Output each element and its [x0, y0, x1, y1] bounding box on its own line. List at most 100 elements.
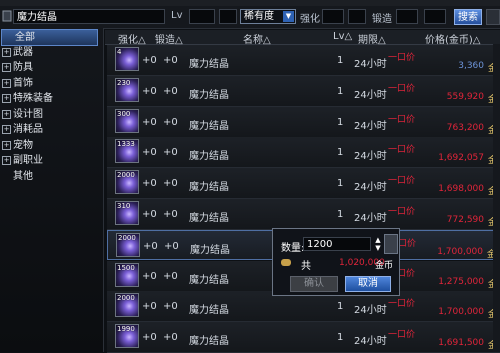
search-input[interactable]: 魔力结晶	[13, 9, 165, 24]
stack-count: 310	[117, 202, 131, 210]
stack-count: 1990	[117, 325, 135, 334]
enhance-value: +0	[142, 209, 157, 220]
search-filter-icon	[2, 10, 12, 22]
category-item[interactable]: + 宠物	[0, 138, 101, 153]
expand-icon[interactable]: +	[2, 47, 11, 57]
category-label: 特殊装备	[13, 93, 53, 104]
enhance-value: +0	[142, 85, 157, 97]
magic-crystal-icon[interactable]: 2000	[116, 232, 140, 257]
table-row[interactable]: 230+0+0魔力结晶124小时一口价559,920金	[107, 75, 500, 107]
item-duration: 24小时	[354, 89, 387, 101]
item-level: 1	[337, 332, 344, 344]
magic-crystal-icon[interactable]: 2000	[115, 170, 139, 195]
search-bar: 魔力结晶 Lv 稀有度 ▼ 强化 锻造 搜索	[0, 6, 500, 29]
item-price: 559,920	[446, 91, 484, 102]
col-forge[interactable]: 锻造△	[155, 31, 183, 46]
enhance-label: 强化	[300, 14, 320, 25]
category-item[interactable]: + 消耗品	[0, 122, 101, 137]
quantity-stepper[interactable]: ▲ ▼	[373, 236, 383, 252]
stack-count: 2000	[118, 233, 136, 242]
forge-min-input[interactable]	[396, 9, 418, 24]
increment-icon[interactable]: ▲	[373, 236, 383, 244]
stack-count: 2000	[117, 171, 135, 180]
quantity-input[interactable]: 1200	[303, 237, 371, 251]
decrement-icon[interactable]: ▼	[373, 244, 383, 252]
max-quantity-button[interactable]	[384, 234, 398, 254]
forge-value: +0	[163, 116, 178, 128]
confirm-button[interactable]: 确认	[290, 276, 338, 292]
item-name: 魔力结晶	[189, 151, 229, 163]
category-item[interactable]: + 设计图	[0, 107, 101, 122]
col-price[interactable]: 价格(金币)△	[425, 31, 481, 46]
lv-max-input[interactable]	[219, 9, 237, 24]
col-enhance[interactable]: 强化△	[118, 31, 146, 46]
col-name[interactable]: 名称△	[243, 31, 271, 46]
forge-value: +0	[163, 209, 178, 220]
forge-value: +0	[163, 85, 178, 97]
search-button[interactable]: 搜索	[454, 9, 482, 25]
cancel-button[interactable]: 取消	[345, 276, 391, 292]
category-label: 消耗品	[13, 124, 43, 135]
category-label: 防具	[13, 62, 33, 73]
expand-icon[interactable]: +	[2, 63, 11, 72]
category-item[interactable]: + 首饰	[0, 76, 101, 91]
stack-count: 1333	[117, 140, 135, 149]
category-item[interactable]: + 武器	[0, 45, 101, 60]
forge-value: +0	[163, 270, 178, 282]
enhance-value: +0	[142, 55, 157, 66]
table-row[interactable]: 310+0+0魔力结晶124小时一口价772,590金	[107, 199, 500, 230]
scrollbar[interactable]	[493, 44, 500, 352]
table-row[interactable]: 1333+0+0魔力结晶124小时一口价1,692,057金	[107, 137, 500, 169]
buyout-label: 一口价	[388, 83, 416, 94]
enhance-value: +0	[142, 301, 157, 313]
expand-icon[interactable]: +	[2, 140, 11, 150]
magic-crystal-icon[interactable]: 1333	[115, 139, 139, 164]
item-level: 1	[337, 85, 344, 97]
table-header: 强化△ 锻造△ 名称△ Lv△ 期限△ 价格(金币)△	[105, 30, 500, 46]
item-level: 1	[337, 301, 344, 313]
buyout-label: 一口价	[388, 53, 416, 63]
enhance-min-input[interactable]	[322, 9, 344, 24]
category-item[interactable]: + 特殊装备	[0, 91, 101, 106]
magic-crystal-icon[interactable]: 4	[115, 47, 139, 71]
magic-crystal-icon[interactable]: 310	[115, 201, 139, 225]
expand-icon[interactable]: +	[2, 109, 11, 119]
enhance-value: +0	[143, 240, 158, 252]
col-lv[interactable]: Lv△	[333, 31, 352, 42]
expand-icon[interactable]: +	[2, 125, 11, 134]
enhance-value: +0	[142, 332, 157, 344]
rarity-select[interactable]: 稀有度 ▼	[240, 9, 296, 24]
table-row[interactable]: 4+0+0魔力结晶124小时一口价3,360金	[107, 45, 500, 76]
item-level: 1	[337, 147, 344, 159]
expand-icon[interactable]: +	[2, 156, 11, 165]
buyout-label: 一口价	[388, 330, 416, 341]
magic-crystal-icon[interactable]: 230	[115, 77, 139, 102]
category-item[interactable]: + 防具	[0, 60, 101, 75]
enhance-max-input[interactable]	[348, 9, 366, 24]
stack-count: 2000	[117, 294, 135, 303]
item-level: 1	[337, 178, 344, 190]
reset-button[interactable]	[486, 9, 500, 25]
table-row[interactable]: 1990+0+0魔力结晶124小时一口价1,691,500金	[107, 322, 500, 353]
lv-min-input[interactable]	[189, 9, 215, 24]
magic-crystal-icon[interactable]: 2000	[115, 293, 139, 318]
magic-crystal-icon[interactable]: 1500	[115, 262, 139, 287]
expand-icon[interactable]: +	[2, 78, 11, 88]
forge-max-input[interactable]	[424, 9, 446, 24]
buyout-label: 一口价	[388, 299, 416, 310]
magic-crystal-icon[interactable]: 1990	[115, 324, 139, 349]
item-name: 魔力结晶	[190, 244, 230, 256]
buyout-label: 一口价	[388, 176, 416, 187]
category-item[interactable]: + 副职业	[0, 153, 101, 168]
category-item[interactable]: 其他	[0, 169, 101, 184]
table-row[interactable]: 2000+0+0魔力结晶124小时一口价1,698,000金	[107, 168, 500, 200]
col-duration[interactable]: 期限△	[358, 31, 386, 46]
category-item[interactable]: 全部	[1, 29, 98, 46]
table-row[interactable]: 300+0+0魔力结晶124小时一口价763,200金	[107, 106, 500, 138]
expand-icon[interactable]: +	[2, 94, 11, 103]
magic-crystal-icon[interactable]: 300	[115, 108, 139, 133]
enhance-value: +0	[142, 178, 157, 190]
item-level: 1	[337, 55, 344, 66]
item-name: 魔力结晶	[189, 120, 229, 132]
table-row[interactable]: 2000+0+0魔力结晶124小时一口价1,700,000金	[107, 291, 500, 323]
